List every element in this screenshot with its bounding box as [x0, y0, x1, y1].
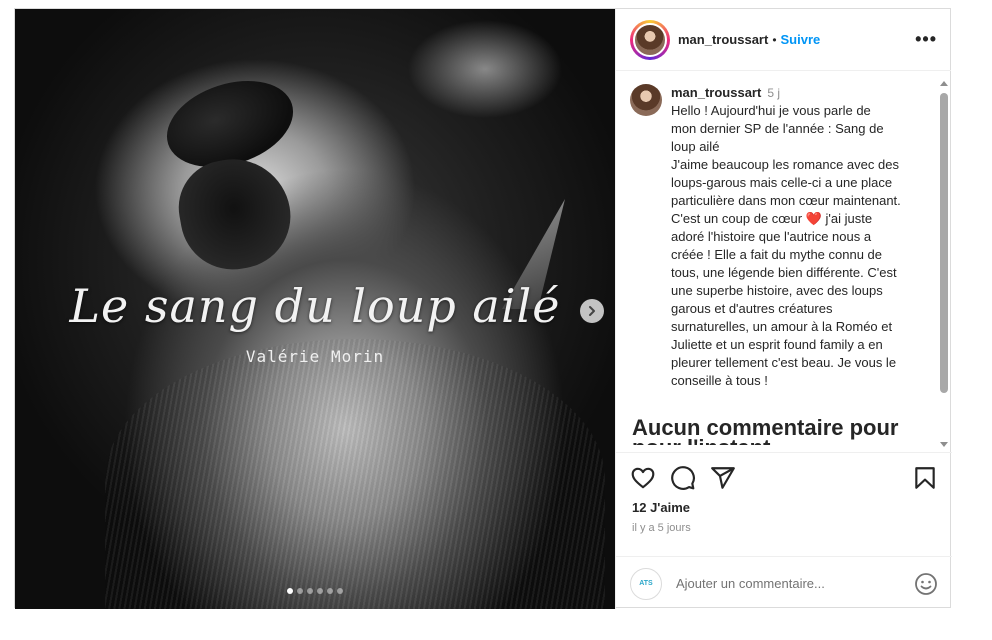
- caption-time: 5 j: [767, 86, 780, 100]
- avatar[interactable]: [630, 19, 670, 60]
- wolf-mouth: [171, 150, 299, 278]
- scroll-up-arrow-icon[interactable]: [940, 81, 948, 86]
- comments-scrollbar[interactable]: [939, 79, 949, 449]
- post-actions: 12 J'aime il y a 5 jours ATS Ajouter un …: [616, 452, 952, 609]
- caption-username[interactable]: man_troussart: [671, 85, 761, 100]
- carousel-indicator: [15, 588, 615, 594]
- caption-line: adoré l'histoire que l'autrice nous a: [671, 229, 872, 244]
- carousel-dot: [327, 588, 333, 594]
- carousel-dot: [307, 588, 313, 594]
- book-author: Valérie Morin: [245, 347, 385, 366]
- caption-line: mon dernier SP de l'année : Sang de: [671, 121, 884, 136]
- book-title: Le sang du loup ailé: [69, 279, 561, 333]
- add-comment-row: ATS Ajouter un commentaire...: [616, 556, 952, 610]
- bookmark-icon[interactable]: [912, 465, 938, 491]
- caption-line: C'est un coup de cœur ❤️ j'ai juste: [671, 211, 873, 226]
- carousel-dot: [297, 588, 303, 594]
- scroll-down-arrow-icon[interactable]: [940, 442, 948, 447]
- share-icon[interactable]: [710, 465, 736, 491]
- emoji-icon[interactable]: [914, 572, 938, 596]
- caption-line: loups-garous mais celle-ci a une place: [671, 175, 893, 190]
- caption-line: conseille à tous !: [671, 373, 768, 388]
- carousel-dot: [337, 588, 343, 594]
- comment-input[interactable]: Ajouter un commentaire...: [676, 576, 914, 591]
- carousel-dot: [287, 588, 293, 594]
- caption: man_troussart 5 j Hello ! Aujourd'hui je …: [616, 72, 952, 390]
- caption-line: loup ailé: [671, 139, 720, 154]
- commenter-avatar: ATS: [630, 567, 662, 600]
- heart-icon[interactable]: [630, 465, 656, 491]
- caption-line: tous, une légende bien différente. C'est: [671, 265, 897, 280]
- caption-line: créée ! Elle a fait du mythe connu de: [671, 247, 883, 262]
- caption-line: Juliette et un esprit found family a en: [671, 337, 883, 352]
- post-date[interactable]: il y a 5 jours: [632, 522, 691, 534]
- caption-meta: man_troussart 5 j: [671, 84, 931, 102]
- caption-line: surnaturelles, un amour à la Roméo et: [671, 319, 893, 334]
- caption-line: garous et d'autres créatures: [671, 301, 833, 316]
- caption-avatar[interactable]: [630, 84, 662, 116]
- chevron-right-icon: [589, 306, 595, 316]
- caption-line: pleurer tellement c'est beau. Je vous le: [671, 355, 897, 370]
- carousel-dot: [317, 588, 323, 594]
- caption-line: J'aime beaucoup les romance avec des: [671, 157, 899, 172]
- comment-icon[interactable]: [670, 465, 696, 491]
- post-side-panel: man_troussart • Suivre ••• man_troussart…: [615, 9, 952, 609]
- wolf-fur: [105, 339, 605, 609]
- header-username[interactable]: man_troussart: [678, 32, 768, 47]
- caption-body: man_troussart 5 j Hello ! Aujourd'hui je …: [671, 84, 931, 390]
- instagram-post: Le sang du loup ailé Valérie Morin man_t…: [14, 8, 952, 609]
- post-image[interactable]: Le sang du loup ailé Valérie Morin: [15, 9, 615, 609]
- scroll-thumb[interactable]: [940, 93, 948, 393]
- no-comments-message: Aucun commentaire pour pour l'instant.: [632, 413, 932, 452]
- follow-button[interactable]: Suivre: [781, 32, 821, 47]
- no-comments-line2: pour l'instant.: [632, 435, 777, 452]
- comments-area[interactable]: man_troussart 5 j Hello ! Aujourd'hui je …: [616, 72, 952, 452]
- caption-line: une superbe histoire, avec des loups: [671, 283, 883, 298]
- caption-line: particulière dans mon cœur maintenant.: [671, 193, 901, 208]
- carousel-next-button[interactable]: [580, 299, 604, 323]
- avatar-image: [633, 22, 667, 57]
- more-options-icon[interactable]: •••: [915, 29, 937, 50]
- header-separator: •: [772, 32, 777, 47]
- likes-count[interactable]: 12 J'aime: [632, 500, 690, 515]
- caption-text: Hello ! Aujourd'hui je vous parle de mon …: [671, 102, 931, 390]
- action-icons: [630, 465, 938, 493]
- caption-line: Hello ! Aujourd'hui je vous parle de: [671, 103, 871, 118]
- post-header: man_troussart • Suivre •••: [616, 9, 951, 71]
